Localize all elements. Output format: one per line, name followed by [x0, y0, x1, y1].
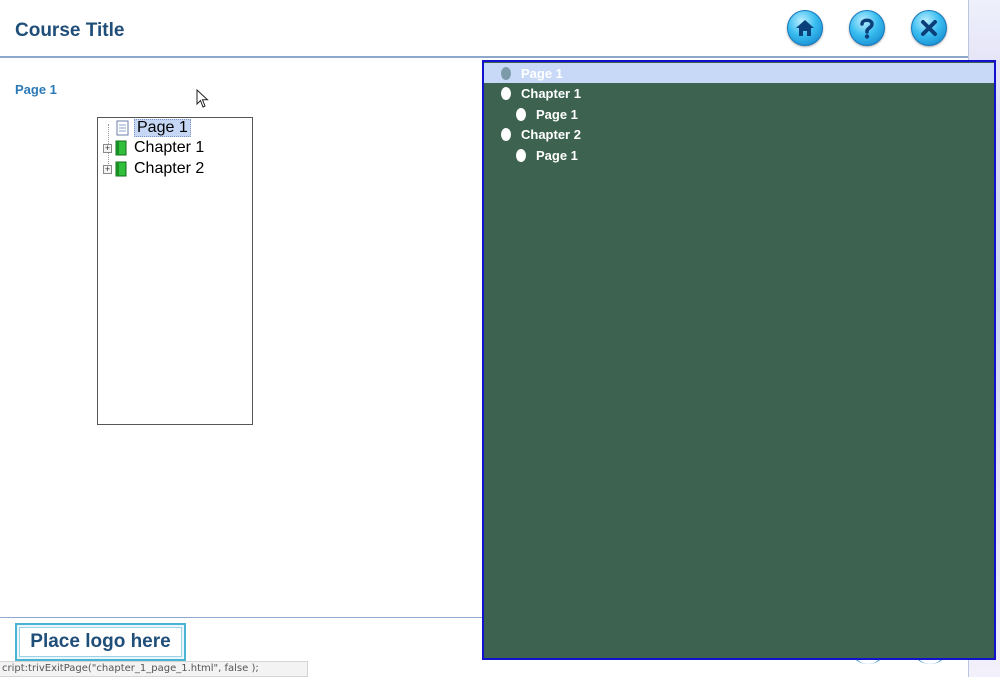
book-icon — [115, 140, 127, 156]
toc-item-label: Page 1 — [521, 65, 563, 81]
header: Course Title — [0, 0, 968, 58]
bullet-icon — [501, 127, 511, 141]
toc-item-label: Page 1 — [536, 106, 578, 122]
home-icon — [796, 20, 814, 36]
toc-panel: Page 1 Chapter 1 Page 1 Chapter 2 Page 1 — [482, 60, 996, 660]
home-button[interactable] — [787, 10, 823, 46]
toc-item-label: Page 1 — [536, 147, 578, 163]
tree-item-label: Page 1 — [134, 119, 191, 137]
page-heading: Page 1 — [15, 82, 57, 97]
expand-icon[interactable]: + — [103, 143, 112, 153]
close-icon — [921, 20, 937, 36]
toc-item-label: Chapter 1 — [521, 85, 581, 101]
tree-view[interactable]: Page 1 + Chapter 1 + Chapter 2 — [97, 117, 253, 425]
help-button[interactable] — [849, 10, 885, 46]
help-icon — [860, 18, 874, 39]
toc-item-label: Chapter 2 — [521, 126, 581, 142]
logo: Place logo here — [15, 623, 186, 661]
logo-text: Place logo here — [19, 627, 182, 657]
exit-button[interactable] — [911, 10, 947, 46]
expand-icon[interactable]: + — [103, 164, 112, 174]
book-icon — [115, 161, 127, 177]
tree-item-page-1[interactable]: Page 1 — [116, 118, 191, 138]
bullet-icon — [501, 86, 511, 100]
tree-item-chapter-1[interactable]: + Chapter 1 — [103, 138, 204, 158]
status-bar: cript:trivExitPage("chapter_1_page_1.htm… — [0, 661, 308, 677]
toc-item-chapter-2-page-1[interactable]: Page 1 — [516, 145, 578, 165]
tree-item-chapter-2[interactable]: + Chapter 2 — [103, 159, 204, 179]
mouse-cursor-icon — [196, 89, 209, 108]
toc-item-chapter-1-page-1[interactable]: Page 1 — [516, 104, 578, 124]
bullet-icon — [516, 148, 526, 162]
course-title: Course Title — [15, 20, 125, 41]
tree-item-label: Chapter 1 — [134, 139, 205, 156]
bullet-icon — [516, 107, 526, 121]
bullet-icon — [501, 66, 511, 80]
toc-item-page-1[interactable]: Page 1 — [484, 63, 994, 83]
toc-item-chapter-2[interactable]: Chapter 2 — [501, 124, 581, 144]
page-icon — [116, 120, 129, 136]
toc-item-chapter-1[interactable]: Chapter 1 — [501, 83, 581, 103]
tree-item-label: Chapter 2 — [134, 160, 205, 177]
